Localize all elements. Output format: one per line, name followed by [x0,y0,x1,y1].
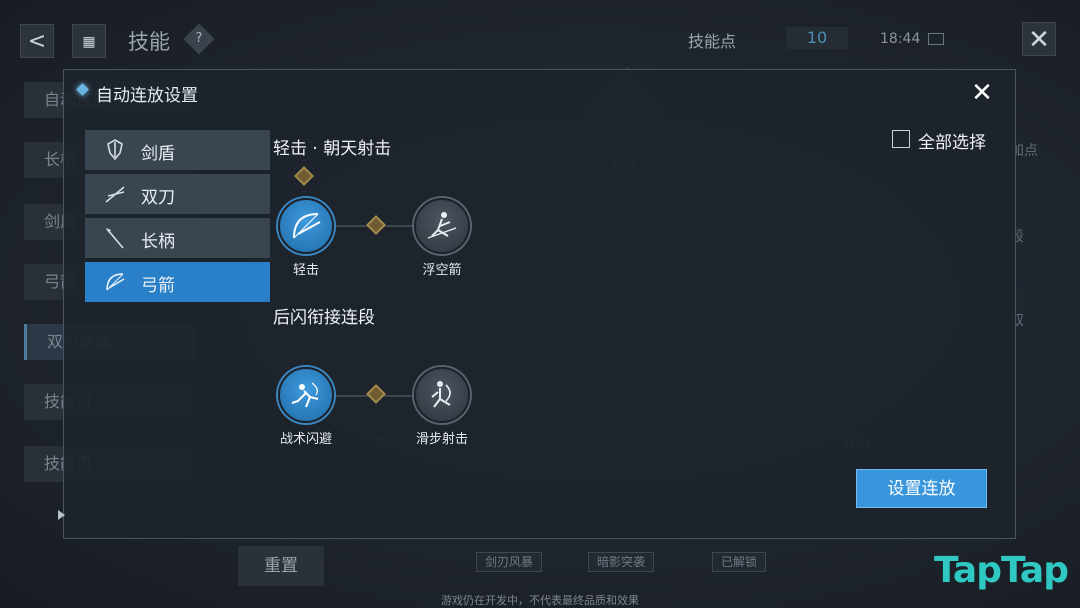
air-arrow-icon [427,212,457,239]
close-icon: ✕ [971,78,993,108]
skill-label: 滑步射击 [415,432,468,447]
tab-sword-shield[interactable]: 剑盾 [85,130,270,170]
help-icon: ? [195,31,203,46]
link-diamond-icon [366,215,386,235]
help-button[interactable]: ? [183,23,215,55]
skill-points-value: 10 [786,27,848,49]
chain-title: 后闪衔接连段 [273,308,375,328]
select-all-label: 全部选择 [918,133,986,153]
grid-icon: ▦ [82,34,96,50]
skill-tag: 剑刃风暴 [476,552,543,572]
skill-points-label: 技能点 [688,32,737,51]
diamond-icon [76,83,89,96]
skill-label: 轻击 [292,263,319,278]
close-icon: ✕ [1028,25,1050,55]
skill-node[interactable] [414,198,470,254]
tab-label: 双刀 [141,188,175,208]
dodge-icon [291,382,319,408]
menu-grid-button[interactable]: ▦ [72,24,106,58]
back-button[interactable]: < [20,24,54,58]
set-auto-chain-button[interactable]: 设置连放 [856,469,987,508]
tab-dual-blades[interactable]: 双刀 [85,174,270,214]
tab-polearm[interactable]: 长柄 [85,218,270,258]
polearm-icon [103,226,127,250]
dev-disclaimer: 游戏仍在开发中，不代表最终品质和效果 [441,594,639,607]
status-bar: 18:44 [880,31,945,47]
skill-node[interactable] [278,367,334,423]
tab-label: 剑盾 [141,144,175,164]
battery-icon [928,33,945,45]
skill-label: 浮空箭 [422,263,462,278]
tab-bow[interactable]: 弓箭 [85,262,270,302]
clock: 18:44 [880,31,921,47]
bow-shot-icon [293,213,321,239]
dual-blades-icon [103,182,127,206]
skill-tag: 暗影突袭 [588,552,655,572]
sword-shield-icon [103,138,127,162]
collapse-arrow-icon[interactable] [58,510,65,520]
taptap-watermark: TapTap [934,550,1069,591]
modal-title: 自动连放设置 [96,86,198,106]
link-diamond-icon [366,384,386,404]
tab-label: 弓箭 [141,276,175,296]
reset-button[interactable]: 重置 [238,546,324,586]
auto-chain-settings-modal: 自动连放设置 ✕ 剑盾 双刀 长柄 弓箭 全部选择 轻击 · 朝天射击 轻击 浮… [58,69,1016,539]
exit-button[interactable]: ✕ [1022,22,1056,56]
back-arrow-icon: < [27,29,47,54]
skill-label: 战术闪避 [279,432,332,447]
slide-shot-icon [431,381,451,408]
skill-node[interactable] [278,198,334,254]
chain-title: 轻击 · 朝天射击 [273,139,392,159]
skill-tag: 已解锁 [712,552,767,572]
tab-label: 长柄 [141,232,175,252]
chain-marker-icon [294,166,314,186]
bow-icon [103,270,127,294]
modal-close-button[interactable]: ✕ [969,80,995,106]
select-all-checkbox[interactable] [892,130,910,148]
skill-node[interactable] [414,367,470,423]
page-title: 技能 [128,30,170,54]
